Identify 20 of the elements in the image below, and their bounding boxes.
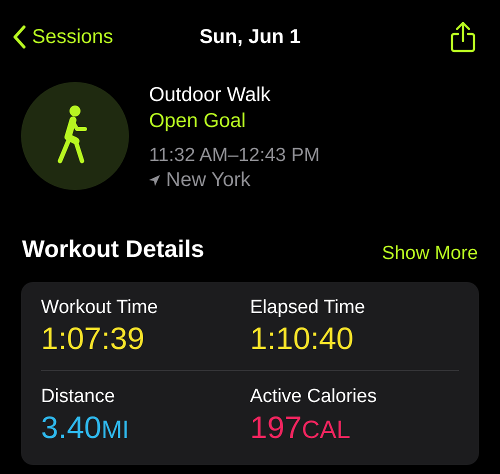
workout-goal: Open Goal bbox=[149, 109, 247, 134]
time-range: 11:32 AM–12:43 PM bbox=[149, 144, 320, 168]
section-title: Workout Details bbox=[22, 235, 204, 265]
chevron-left-icon bbox=[12, 25, 26, 49]
nav-title: Sun, Jun 1 bbox=[199, 25, 301, 50]
location-arrow-icon bbox=[149, 174, 160, 186]
workout-name: Outdoor Walk bbox=[149, 83, 272, 108]
metric-value: 1:07:39 bbox=[41, 320, 146, 358]
share-button[interactable] bbox=[450, 21, 476, 53]
metric-value: 197CAL bbox=[250, 409, 352, 447]
share-icon bbox=[450, 21, 476, 53]
metric-label: Elapsed Time bbox=[250, 296, 366, 320]
show-more-link[interactable]: Show More bbox=[382, 240, 478, 268]
back-button[interactable]: Sessions bbox=[12, 22, 114, 52]
metric-label: Distance bbox=[41, 385, 116, 409]
metric-value: 3.40MI bbox=[41, 409, 130, 447]
metric-value: 1:10:40 bbox=[250, 320, 354, 358]
metric-label: Active Calories bbox=[250, 385, 378, 409]
location: New York bbox=[166, 168, 250, 192]
metric-label: Workout Time bbox=[41, 296, 159, 320]
